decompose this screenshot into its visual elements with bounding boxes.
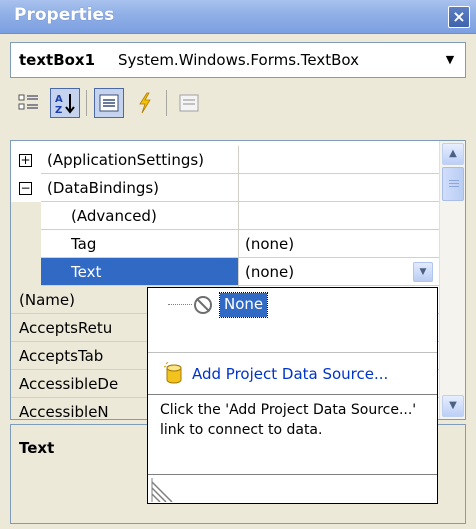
property-value [239,146,439,174]
grid-row-advanced[interactable]: (Advanced) [11,202,439,230]
property-value[interactable]: (none) [239,258,439,286]
object-type: System.Windows.Forms.TextBox [118,51,360,69]
vertical-scrollbar[interactable]: ▲ ▼ [439,141,465,419]
property-name: Tag [41,230,239,258]
chevron-down-icon[interactable]: ▼ [413,262,433,282]
property-value [239,202,439,230]
toolbar-separator [86,90,87,116]
events-icon[interactable] [130,88,160,118]
divider [148,474,437,475]
grid-row-text[interactable]: Text (none) ▼ [11,258,439,286]
add-project-data-source-link[interactable]: Add Project Data Source... [192,365,388,383]
resize-grip-icon[interactable] [150,476,176,502]
toolbar-separator [166,90,167,116]
svg-text:A: A [55,94,63,105]
object-name: textBox1 [19,51,96,69]
chevron-down-icon[interactable]: ▼ [436,44,464,76]
help-text: Click the 'Add Project Data Source...' l… [160,402,417,438]
property-name: Text [41,258,239,286]
svg-text:Z: Z [55,105,62,115]
divider [148,394,437,395]
property-name: (DataBindings) [41,174,239,202]
row-margin [11,230,41,258]
grid-row-applicationsettings[interactable]: + (ApplicationSettings) [11,146,439,174]
row-margin [11,202,41,230]
categorized-icon[interactable] [14,88,44,118]
property-value [239,174,439,202]
scroll-down-icon[interactable]: ▼ [442,395,464,417]
properties-icon[interactable] [94,88,124,118]
grid-row-tag[interactable]: Tag (none) [11,230,439,258]
scroll-up-icon[interactable]: ▲ [442,143,464,165]
none-icon [194,296,212,314]
property-value: (none) [239,230,439,258]
scroll-thumb[interactable] [442,167,464,201]
expand-icon[interactable]: + [19,154,32,167]
grid-row-databindings[interactable]: − (DataBindings) [11,174,439,202]
alphabetical-icon[interactable]: A Z [50,88,80,118]
property-name: (ApplicationSettings) [41,146,239,174]
window-title: Properties [14,5,115,25]
description-title: Text [19,439,55,457]
divider [148,352,437,353]
properties-titlebar: Properties × [0,0,476,34]
collapse-icon[interactable]: − [19,182,32,195]
object-selector[interactable]: textBox1 System.Windows.Forms.TextBox ▼ [10,42,466,78]
close-button[interactable]: × [448,6,470,28]
none-option[interactable]: None [218,292,269,318]
property-name: (Advanced) [41,202,239,230]
database-icon [164,362,182,384]
row-margin [11,258,41,286]
property-pages-icon[interactable] [174,88,204,118]
tree-connector [168,304,192,305]
databinding-dropdown: None Add Project Data Source... Click th… [147,287,438,504]
properties-toolbar: A Z [10,86,466,120]
